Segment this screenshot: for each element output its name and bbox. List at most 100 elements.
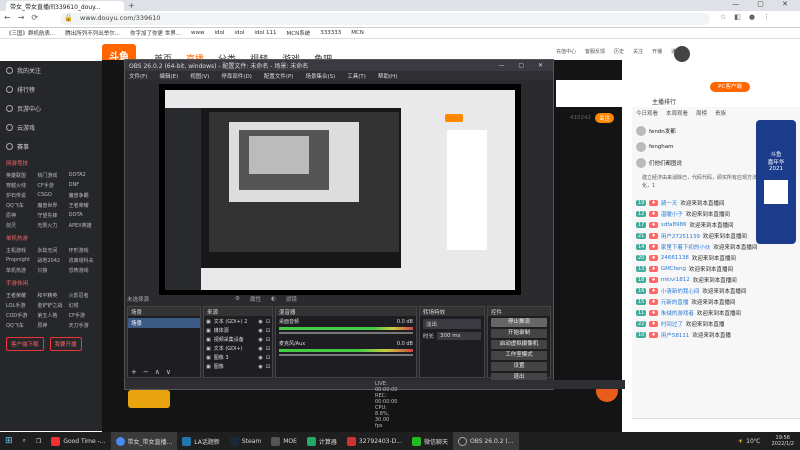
scene-item[interactable]: 场景	[128, 318, 200, 328]
source-item[interactable]: ▣ 图像 ◉ ⊡	[206, 362, 270, 371]
visibility-icon[interactable]: ◉	[258, 346, 262, 352]
visibility-icon[interactable]: ◉	[258, 319, 262, 325]
game-category-link[interactable]: 第五人格	[37, 312, 64, 319]
taskbar-item[interactable]: OBS 26.0.2 (...	[452, 432, 519, 450]
game-category-link[interactable]: 剑灵	[6, 222, 33, 229]
game-category-link[interactable]: 环形游戏	[69, 247, 96, 254]
volume-slider[interactable]	[279, 332, 413, 334]
bookmark[interactable]: 333333	[320, 30, 341, 36]
lock-icon[interactable]: ⊡	[266, 346, 270, 352]
url-input[interactable]: www.douyu.com/339610	[60, 13, 710, 25]
up-icon[interactable]: ∧	[155, 368, 160, 376]
lock-icon[interactable]: ⊡	[266, 364, 270, 370]
sidebar-item-cloudgame[interactable]: 云游戏	[0, 118, 102, 137]
game-category-link[interactable]: 原神	[37, 322, 64, 329]
obs-menu-help[interactable]: 帮助(H)	[378, 72, 397, 80]
game-category-link[interactable]: 魔兽争霸	[69, 192, 96, 199]
settings-button[interactable]: 设置	[491, 362, 547, 371]
chat-username[interactable]: 骑一天	[661, 199, 678, 207]
game-category-link[interactable]: 和平精英	[37, 292, 64, 299]
window-controls[interactable]: — ▢ ✕	[732, 0, 796, 8]
bookmark[interactable]: 你字加了你更 世界...	[130, 29, 181, 37]
bookmark[interactable]: idol	[234, 30, 244, 36]
volume-slider[interactable]	[279, 354, 413, 356]
game-category-link[interactable]: 原神	[6, 212, 33, 219]
tab-noble[interactable]: 贵族	[715, 109, 726, 117]
bookmark[interactable]: 《三国》群机航表...	[6, 29, 55, 37]
game-category-link[interactable]: 幻塔	[69, 302, 96, 309]
obs-window-controls[interactable]: — ▢ ✕	[498, 62, 549, 69]
gear-icon[interactable]: ⚙	[235, 296, 240, 302]
start-recording-button[interactable]: 开始录制	[491, 329, 547, 338]
tab-weekly[interactable]: 周榜	[696, 109, 707, 117]
game-category-link[interactable]: LOL手游	[6, 302, 33, 309]
chat-username[interactable]: 温暖小子	[661, 210, 683, 218]
game-category-link[interactable]: 战地2042	[37, 257, 64, 264]
game-category-link[interactable]: DNF	[69, 182, 96, 189]
game-category-link[interactable]: 无限火力	[37, 222, 64, 229]
taskview-icon[interactable]: ❐	[31, 432, 46, 450]
toolbar-history[interactable]: 历史	[614, 48, 624, 55]
visibility-icon[interactable]: ◉	[258, 355, 262, 361]
visibility-icon[interactable]: ◉	[258, 364, 262, 370]
avatar[interactable]	[674, 46, 690, 62]
game-category-link[interactable]: 魔兽世界	[37, 202, 64, 209]
add-scene-icon[interactable]: +	[131, 368, 137, 376]
obs-menu-docks[interactable]: 停靠部件(D)	[221, 72, 252, 80]
game-category-link[interactable]: 王者荣耀	[69, 202, 96, 209]
chat-username[interactable]: 朱绒的游戏者	[661, 309, 694, 317]
taskbar-item[interactable]: MOE	[266, 432, 302, 450]
obs-menu-view[interactable]: 视图(V)	[190, 72, 209, 80]
stop-streaming-button[interactable]: 停止推流	[491, 318, 547, 327]
toolbar-follow[interactable]: 关注	[633, 48, 643, 55]
down-icon[interactable]: ∨	[166, 368, 171, 376]
bookmark[interactable]: MCN系统	[287, 29, 311, 37]
taskbar-item[interactable]: LA话题新	[177, 432, 225, 450]
start-icon[interactable]: ⊞	[0, 432, 18, 450]
chat-username[interactable]: 用户27251139	[661, 232, 700, 240]
menu-icon[interactable]: ⋮	[763, 13, 770, 21]
lock-icon[interactable]: ⊡	[266, 337, 270, 343]
virtual-camera-button[interactable]: 启动虚拟摄像机	[491, 340, 547, 349]
weather[interactable]: ☀ 10℃	[733, 432, 766, 450]
source-item[interactable]: ▣ 文本 (GDI+) 2 ◉ ⊡	[206, 317, 270, 326]
chat-username[interactable]: sdfa8986	[661, 222, 687, 228]
bookmark[interactable]: 腾出所列不列出举尔...	[65, 29, 120, 37]
chat-username[interactable]: mkivi1812	[661, 277, 690, 283]
source-item[interactable]: ▣ 图像 3 ◉ ⊡	[206, 353, 270, 362]
tab-week[interactable]: 本周观看	[666, 109, 688, 117]
lock-icon[interactable]: ⊡	[266, 319, 270, 325]
game-category-link[interactable]: 炉石传说	[6, 192, 33, 199]
forward-icon[interactable]: →	[18, 13, 25, 22]
game-category-link[interactable]: APEX英雄	[69, 222, 96, 229]
lock-icon[interactable]: ⊡	[266, 328, 270, 334]
visibility-icon[interactable]: ◉	[258, 337, 262, 343]
game-category-link[interactable]: DOTA2	[69, 172, 96, 179]
extension-icon[interactable]: ◧	[734, 13, 741, 21]
visibility-icon[interactable]: ◉	[258, 328, 262, 334]
game-category-link[interactable]: 永劫无间	[37, 247, 64, 254]
game-category-link[interactable]: QQ飞车	[6, 202, 33, 209]
obs-preview[interactable]	[159, 84, 521, 295]
lock-icon[interactable]: ⊡	[266, 355, 270, 361]
game-category-link[interactable]: Propnight	[6, 257, 33, 264]
transition-select[interactable]: 淡出	[423, 319, 481, 329]
studio-mode-button[interactable]: 工作室模式	[491, 351, 547, 360]
chat-username[interactable]: GMCfeng	[661, 266, 686, 272]
chat-username[interactable]: 时间过了	[661, 320, 683, 328]
bookmark[interactable]: idol 111	[254, 30, 276, 36]
game-category-link[interactable]: 英雄联盟	[6, 172, 33, 179]
game-category-link[interactable]: 守望先锋	[37, 212, 64, 219]
game-category-link[interactable]: 金铲铲之战	[37, 302, 64, 309]
game-category-link[interactable]: 穿越火线	[6, 182, 33, 189]
taskbar-item[interactable]: 计算器	[302, 432, 342, 450]
tab-today[interactable]: 今日观看	[636, 109, 658, 117]
taskbar-item[interactable]: 带女_带女直播...	[110, 432, 178, 450]
sidebar-item-match[interactable]: 赛事	[0, 137, 102, 156]
star-icon[interactable]: ☆	[720, 13, 726, 21]
search-icon[interactable]: ⌕	[18, 432, 31, 450]
game-category-link[interactable]: CF手游	[69, 312, 96, 319]
sidebar-item-rank[interactable]: 排行榜	[0, 80, 102, 99]
gift-banner[interactable]	[128, 390, 170, 408]
browser-tab[interactable]: 带女_带女直播间339610_douy...	[6, 1, 124, 11]
